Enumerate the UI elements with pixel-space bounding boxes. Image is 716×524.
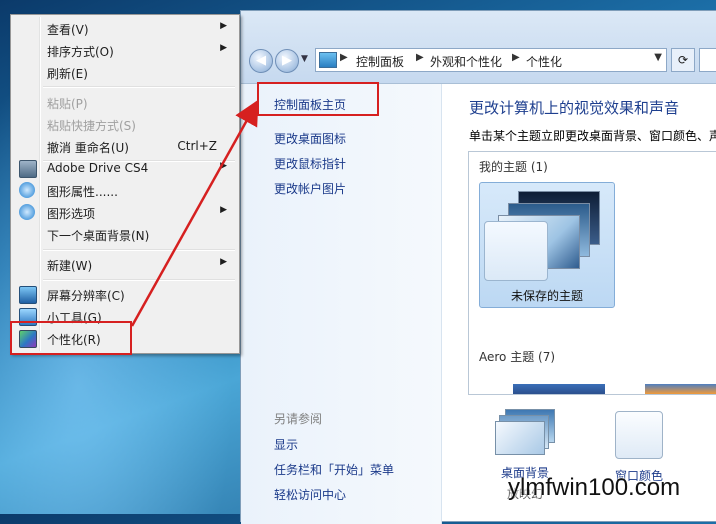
- annotation-arrow: [130, 99, 259, 327]
- watermark: ylmfwin100.com: [508, 474, 681, 501]
